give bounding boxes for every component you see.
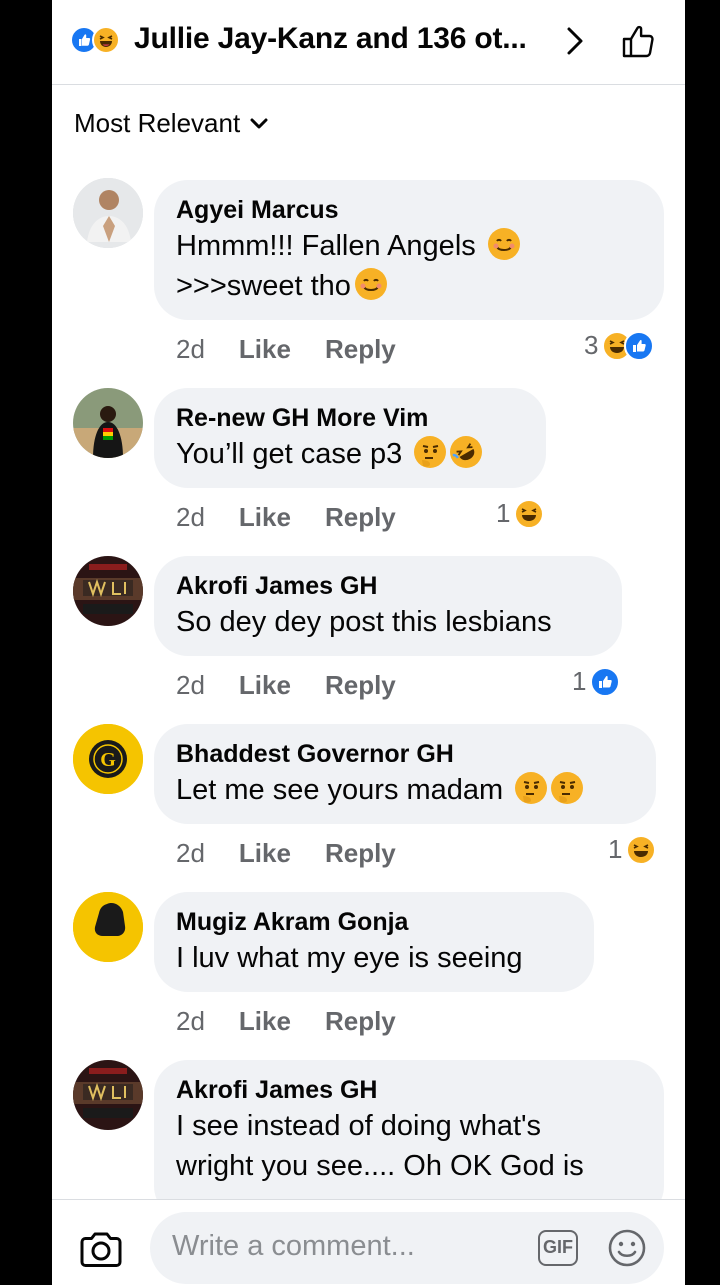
comment-bubble[interactable]: Bhaddest Governor GH Let me see yours ma… xyxy=(154,724,656,824)
like-button[interactable]: Like xyxy=(239,334,291,365)
sort-label: Most Relevant xyxy=(74,108,241,138)
comment-input[interactable]: Write a comment... GIF xyxy=(150,1212,664,1284)
haha-icon xyxy=(92,26,120,54)
smiling-blush-emoji xyxy=(354,268,387,300)
thumbs-up-icon[interactable] xyxy=(620,22,658,60)
comment-text-line: You’ll get case p3 xyxy=(176,434,524,474)
avatar[interactable] xyxy=(73,388,143,458)
avatar[interactable] xyxy=(73,1060,143,1130)
reply-button[interactable]: Reply xyxy=(325,334,396,365)
reply-button[interactable]: Reply xyxy=(325,1006,396,1037)
comment-author[interactable]: Akrofi James GH xyxy=(176,570,600,602)
comment-author[interactable]: Re-new GH More Vim xyxy=(176,402,524,434)
sort-dropdown[interactable]: Most Relevant xyxy=(74,108,268,139)
thinking-emoji xyxy=(515,772,548,804)
like-icon xyxy=(590,666,621,697)
comment-time[interactable]: 2d xyxy=(176,334,205,365)
camera-icon[interactable] xyxy=(78,1230,124,1270)
comment-time[interactable]: 2d xyxy=(176,1006,205,1037)
avatar[interactable] xyxy=(73,178,143,248)
comment-text-line: So dey dey post this lesbians xyxy=(176,606,552,638)
comment-actions: 2d Like Reply xyxy=(176,670,396,701)
comment-text-line: Let me see yours madam xyxy=(176,770,634,810)
reaction-summary[interactable]: 3 xyxy=(584,330,655,361)
comments-screen: Jullie Jay-Kanz and 136 ot... Most Relev… xyxy=(52,0,685,1285)
avatar[interactable] xyxy=(73,556,143,626)
comment-text-line: Hmmm!!! Fallen Angels xyxy=(176,226,642,266)
reaction-count: 1 xyxy=(496,498,511,528)
header-reaction-icons xyxy=(70,26,130,56)
comment-placeholder: Write a comment... xyxy=(172,1230,415,1262)
comment-actions: 2d Like Reply xyxy=(176,1006,396,1037)
header-title[interactable]: Jullie Jay-Kanz and 136 ot... xyxy=(134,22,527,56)
comment-bubble[interactable]: Akrofi James GH I see instead of doing w… xyxy=(154,1060,664,1220)
comment-actions: 2d Like Reply xyxy=(176,334,396,365)
like-button[interactable]: Like xyxy=(239,1006,291,1037)
rofl-emoji xyxy=(450,436,483,468)
comment-text-line: >>>sweet tho xyxy=(176,266,642,306)
comment-actions: 2d Like Reply xyxy=(176,502,396,533)
like-button[interactable]: Like xyxy=(239,502,291,533)
reaction-summary[interactable]: 1 xyxy=(496,498,545,529)
comment-text-line: I see instead of doing what's xyxy=(176,1110,542,1142)
comment-author[interactable]: Bhaddest Governor GH xyxy=(176,738,634,770)
comment-time[interactable]: 2d xyxy=(176,670,205,701)
comment-bubble[interactable]: Mugiz Akram Gonja I luv what my eye is s… xyxy=(154,892,594,992)
comment-author[interactable]: Akrofi James GH xyxy=(176,1074,642,1106)
comment-author[interactable]: Agyei Marcus xyxy=(176,194,642,226)
like-button[interactable]: Like xyxy=(239,838,291,869)
svg-text:G: G xyxy=(100,749,116,771)
comment-author[interactable]: Mugiz Akram Gonja xyxy=(176,906,572,938)
avatar[interactable]: G xyxy=(73,724,143,794)
comment-time[interactable]: 2d xyxy=(176,838,205,869)
reactions-header[interactable]: Jullie Jay-Kanz and 136 ot... xyxy=(52,0,685,85)
like-button[interactable]: Like xyxy=(239,670,291,701)
haha-icon xyxy=(626,834,657,865)
haha-icon xyxy=(514,498,545,529)
smiling-blush-emoji xyxy=(487,228,520,260)
like-icon xyxy=(624,330,655,361)
chevron-right-icon[interactable] xyxy=(564,24,586,58)
comment-time[interactable]: 2d xyxy=(176,502,205,533)
reaction-count: 1 xyxy=(572,666,587,696)
chevron-down-icon xyxy=(250,118,268,128)
reaction-count: 3 xyxy=(584,330,599,360)
reply-button[interactable]: Reply xyxy=(325,502,396,533)
comment-bubble[interactable]: Agyei Marcus Hmmm!!! Fallen Angels >>>sw… xyxy=(154,180,664,320)
reaction-summary[interactable]: 1 xyxy=(608,834,657,865)
reaction-summary[interactable]: 1 xyxy=(572,666,621,697)
thinking-emoji xyxy=(414,436,447,468)
comment-bubble[interactable]: Re-new GH More Vim You’ll get case p3 xyxy=(154,388,546,488)
thinking-emoji xyxy=(551,772,584,804)
smiley-icon[interactable] xyxy=(607,1228,647,1268)
comment-text-line: I luv what my eye is seeing xyxy=(176,942,523,974)
reply-button[interactable]: Reply xyxy=(325,670,396,701)
comment-text-line: wright you see.... Oh OK God is xyxy=(176,1150,584,1182)
reply-button[interactable]: Reply xyxy=(325,838,396,869)
comment-composer-bar: Write a comment... GIF xyxy=(52,1199,685,1285)
comment-bubble[interactable]: Akrofi James GH So dey dey post this les… xyxy=(154,556,622,656)
reaction-count: 1 xyxy=(608,834,623,864)
avatar[interactable] xyxy=(73,892,143,962)
comment-actions: 2d Like Reply xyxy=(176,838,396,869)
gif-button[interactable]: GIF xyxy=(538,1230,578,1266)
